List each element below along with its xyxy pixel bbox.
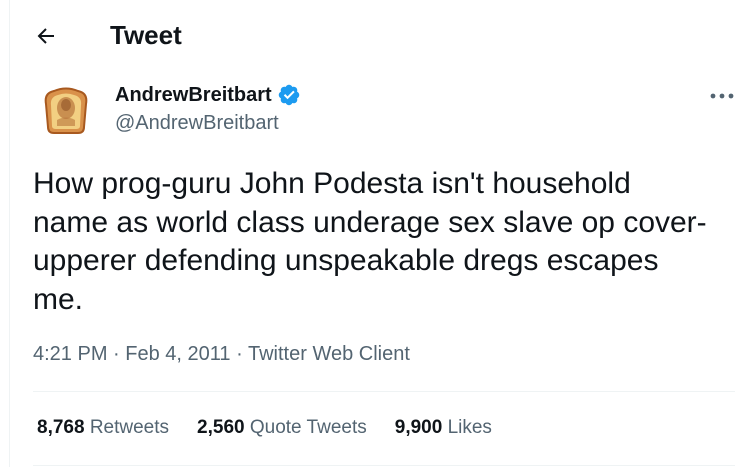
back-button[interactable] <box>28 18 64 54</box>
retweets-label: Retweets <box>89 417 170 438</box>
divider <box>33 465 735 466</box>
page-title: Tweet <box>110 20 182 50</box>
page-header: Tweet <box>0 0 750 70</box>
likes-stat[interactable]: 9,900 Likes <box>395 415 492 441</box>
more-options-button[interactable] <box>704 84 740 108</box>
column-border <box>9 0 10 467</box>
retweets-stat[interactable]: 8,768 Retweets <box>37 415 169 441</box>
tweet-text: How prog-guru John Podesta isn't househo… <box>33 167 707 316</box>
tweet-time[interactable]: 4:21 PM <box>33 343 107 365</box>
quote-tweets-count: 2,560 <box>197 417 245 438</box>
likes-count: 9,900 <box>394 417 443 438</box>
tweet-meta: 4:21 PM · Feb 4, 2011 · Twitter Web Clie… <box>33 340 410 368</box>
avatar[interactable] <box>40 84 92 136</box>
tweet-date[interactable]: Feb 4, 2011 <box>125 343 230 365</box>
more-horizontal-icon <box>710 93 734 99</box>
author-handle[interactable]: @AndrewBreitbart <box>115 110 279 136</box>
likes-label: Likes <box>447 417 492 438</box>
quote-tweets-label: Quote Tweets <box>249 417 367 438</box>
tweet-stats: 8,768 Retweets 2,560 Quote Tweets 9,900 … <box>37 415 492 441</box>
retweets-count: 8,768 <box>37 417 85 438</box>
meta-separator: · <box>236 343 243 365</box>
meta-separator: · <box>113 343 120 365</box>
verified-badge-icon <box>278 84 299 106</box>
avatar-image <box>44 87 88 134</box>
arrow-left-icon <box>37 28 54 44</box>
author-display-name: AndrewBreitbart <box>115 84 272 106</box>
divider <box>33 391 735 392</box>
author-name[interactable]: AndrewBreitbart <box>115 82 301 108</box>
tweet-page: Tweet AndrewBreitbart @AndrewBreitbart H… <box>0 0 750 467</box>
quote-tweets-stat[interactable]: 2,560 Quote Tweets <box>197 415 367 441</box>
tweet-client[interactable]: Twitter Web Client <box>248 343 410 365</box>
